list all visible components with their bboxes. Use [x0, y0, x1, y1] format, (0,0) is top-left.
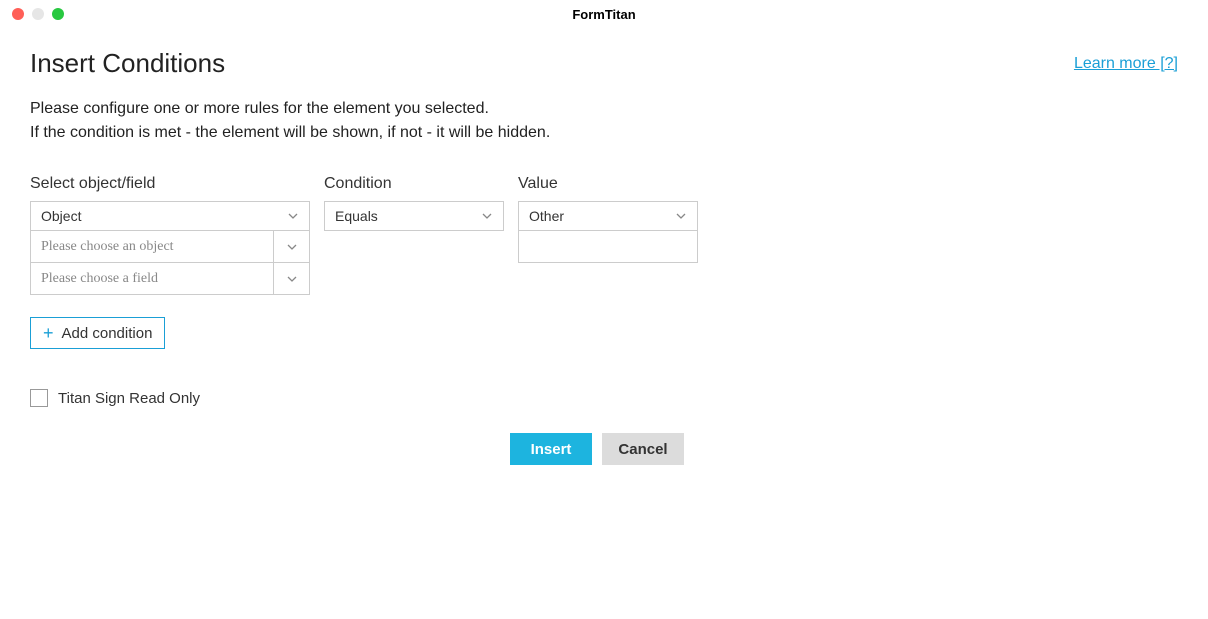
description: Please configure one or more rules for t…	[30, 97, 1178, 145]
value-column: Value Other	[518, 175, 698, 295]
choose-object-placeholder: Please choose an object	[41, 239, 174, 255]
close-window-icon[interactable]	[12, 8, 24, 20]
condition-value: Equals	[335, 208, 378, 224]
choose-object-dropdown[interactable]: Please choose an object	[30, 231, 310, 263]
object-main-dropdown[interactable]: Object	[30, 201, 310, 231]
cancel-button[interactable]: Cancel	[602, 433, 684, 465]
chevron-down-icon	[675, 210, 687, 222]
learn-more-link[interactable]: Learn more [?]	[1074, 55, 1178, 73]
value-label: Value	[518, 175, 698, 193]
window-title: FormTitan	[572, 7, 635, 22]
add-condition-label: Add condition	[62, 325, 153, 342]
condition-column: Condition Equals	[324, 175, 504, 295]
value-dropdown[interactable]: Other	[518, 201, 698, 231]
button-row: Insert Cancel	[510, 433, 1178, 465]
header-row: Insert Conditions Learn more [?]	[30, 48, 1178, 79]
chevron-down-icon	[286, 241, 298, 253]
dialog-content: Insert Conditions Learn more [?] Please …	[0, 28, 1208, 485]
add-condition-button[interactable]: + Add condition	[30, 317, 165, 349]
chevron-down-icon	[481, 210, 493, 222]
chev-box	[273, 263, 309, 294]
traffic-lights	[12, 8, 64, 20]
titan-sign-row: Titan Sign Read Only	[30, 389, 1178, 407]
chev-box	[273, 231, 309, 262]
conditions-columns: Select object/field Object Please choose…	[30, 175, 1178, 295]
maximize-window-icon[interactable]	[52, 8, 64, 20]
chevron-down-icon	[286, 273, 298, 285]
minimize-window-icon[interactable]	[32, 8, 44, 20]
titan-sign-label: Titan Sign Read Only	[58, 390, 200, 407]
insert-button[interactable]: Insert	[510, 433, 592, 465]
titan-sign-checkbox[interactable]	[30, 389, 48, 407]
choose-field-dropdown[interactable]: Please choose a field	[30, 263, 310, 295]
value-input[interactable]	[518, 231, 698, 263]
choose-field-placeholder: Please choose a field	[41, 271, 158, 287]
chevron-down-icon	[287, 210, 299, 222]
plus-icon: +	[43, 324, 54, 342]
value-selected: Other	[529, 208, 564, 224]
object-main-value: Object	[41, 208, 81, 224]
condition-dropdown[interactable]: Equals	[324, 201, 504, 231]
object-label: Select object/field	[30, 175, 310, 193]
description-line-2: If the condition is met - the element wi…	[30, 121, 1178, 145]
titlebar: FormTitan	[0, 0, 1208, 28]
condition-label: Condition	[324, 175, 504, 193]
page-title: Insert Conditions	[30, 48, 225, 79]
description-line-1: Please configure one or more rules for t…	[30, 97, 1178, 121]
object-column: Select object/field Object Please choose…	[30, 175, 310, 295]
